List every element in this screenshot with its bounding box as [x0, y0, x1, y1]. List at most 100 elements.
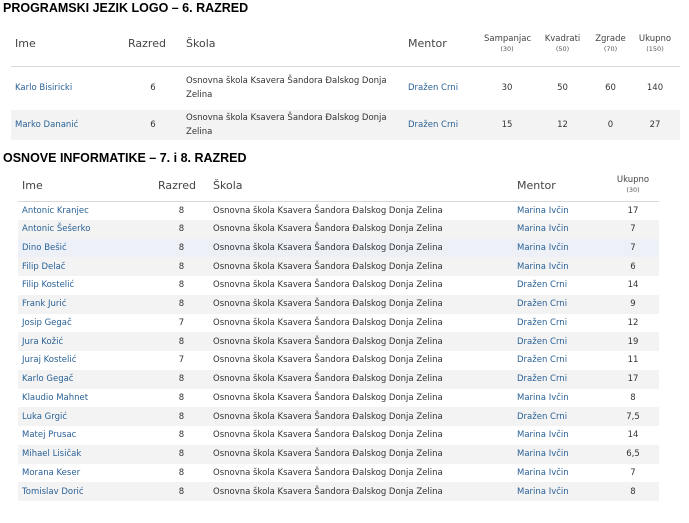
col-ukupno-max: (30)	[626, 186, 640, 195]
score-total: 7,5	[626, 411, 640, 422]
student-name-link[interactable]: Filip Kostelić	[18, 276, 154, 295]
mentor-link[interactable]: Marina Ivčin	[513, 239, 607, 258]
score-sampanjac: 30	[501, 83, 513, 94]
school-cell: Osnovna škola Ksavera Šandora Đalskog Do…	[213, 280, 443, 291]
grade-cell: 8	[178, 467, 185, 478]
mentor-link[interactable]: Dražen Crni	[404, 110, 480, 140]
score-total: 14	[627, 430, 639, 441]
mentor-link[interactable]: Dražen Crni	[404, 66, 480, 110]
table-row: Filip Kostelić 8 Osnovna škola Ksavera Šan…	[18, 276, 659, 295]
results-page: PROGRAMSKI JEZIK LOGO – 6. RAZRED Ime Ra…	[0, 0, 689, 523]
score-total: 27	[649, 120, 661, 130]
school-cell: Osnovna škola Ksavera Šandora Đalskog Do…	[186, 113, 387, 137]
col-sampanjac-max: (30)	[500, 44, 514, 53]
grade-cell: 8	[178, 336, 185, 347]
school-cell: Osnovna škola Ksavera Šandora Đalskog Do…	[213, 242, 443, 253]
mentor-link[interactable]: Marina Ivčin	[513, 464, 607, 483]
mentor-link[interactable]: Dražen Crni	[513, 407, 607, 426]
col-ime: Ime	[18, 170, 154, 202]
table-row: Filip Delač 8 Osnovna škola Ksavera Šandor…	[18, 257, 659, 276]
grade-cell: 7	[178, 355, 185, 366]
score-total: 8	[630, 392, 636, 403]
table-row: Frank Jurić 8 Osnovna škola Ksavera Šandor…	[18, 294, 659, 314]
grade-cell: 8	[178, 430, 185, 441]
score-kvadrati: 12	[557, 120, 568, 130]
student-name-link[interactable]: Filip Delač	[18, 257, 154, 276]
table-row: Luka Grgić 8 Osnovna škola Ksavera Šandora…	[18, 407, 659, 426]
mentor-link[interactable]: Marina Ivčin	[513, 389, 607, 408]
table-row: Josip Gegač 7 Osnovna škola Ksavera Šandor…	[18, 314, 659, 333]
grade-cell: 6	[150, 120, 156, 130]
section1-title: PROGRAMSKI JEZIK LOGO – 6. RAZRED	[3, 1, 249, 15]
score-zgrade: 60	[605, 83, 616, 94]
school-cell: Osnovna škola Ksavera Šandora Đalskog Do…	[213, 467, 443, 478]
grade-cell: 6	[150, 83, 156, 94]
mentor-link[interactable]: Marina Ivčin	[513, 257, 607, 276]
col-mentor: Mentor	[513, 170, 607, 202]
score-total: 17	[627, 205, 639, 216]
student-name-link[interactable]: Tomislav Dorić	[18, 482, 154, 501]
student-name-link[interactable]: Marko Dananić	[11, 110, 124, 140]
student-name-link[interactable]: Antonic Kranjec	[18, 201, 154, 220]
student-name-link[interactable]: Mihael Lisičak	[18, 445, 154, 464]
score-kvadrati: 50	[557, 83, 568, 94]
logo-results-table: Ime Razred Škola Mentor Sampanjac (30) Kv…	[11, 22, 680, 140]
student-name-link[interactable]: Luka Grgić	[18, 407, 154, 426]
col-mentor: Mentor	[404, 22, 480, 67]
col-skola: Škola	[182, 22, 404, 67]
school-cell: Osnovna škola Ksavera Šandora Đalskog Do…	[213, 224, 443, 235]
mentor-link[interactable]: Marina Ivčin	[513, 201, 607, 220]
school-cell: Osnovna škola Ksavera Šandora Đalskog Do…	[213, 374, 443, 385]
table-row: Morana Keser 8 Osnovna škola Ksavera Šando…	[18, 464, 659, 483]
table-row: Juraj Kostelić 7 Osnovna škola Ksavera Šan…	[18, 351, 659, 370]
student-name-link[interactable]: Klaudio Mahnet	[18, 389, 154, 408]
informatika-results-table: Ime Razred Škola Mentor Ukupno (30) Anton…	[18, 170, 659, 501]
col-sampanjac-label: Sampanjac	[484, 33, 532, 44]
col-zgrade-label: Zgrade	[595, 33, 626, 44]
mentor-link[interactable]: Dražen Crni	[513, 314, 607, 333]
mentor-link[interactable]: Dražen Crni	[513, 332, 607, 351]
grade-cell: 8	[178, 280, 185, 291]
grade-cell: 8	[178, 242, 185, 253]
mentor-link[interactable]: Marina Ivčin	[513, 426, 607, 445]
school-cell: Osnovna škola Ksavera Šandora Đalskog Do…	[213, 205, 443, 216]
col-ukupno-label: Ukupno	[616, 175, 650, 186]
score-total: 9	[630, 299, 636, 310]
student-name-link[interactable]: Morana Keser	[18, 464, 154, 483]
mentor-link[interactable]: Marina Ivčin	[513, 220, 607, 239]
score-total: 12	[627, 317, 639, 328]
score-total: 6,5	[626, 449, 640, 460]
student-name-link[interactable]: Jura Kožić	[18, 332, 154, 351]
table-row: Tomislav Dorić 8 Osnovna škola Ksavera Šan…	[18, 482, 659, 501]
col-kvadrati-max: (50)	[555, 44, 570, 53]
col-kvadrati-label: Kvadrati	[544, 33, 581, 44]
student-name-link[interactable]: Josip Gegač	[18, 314, 154, 333]
student-name-link[interactable]: Karlo Bisiricki	[11, 66, 124, 110]
student-name-link[interactable]: Matej Prusac	[18, 426, 154, 445]
school-cell: Osnovna škola Ksavera Šandora Đalskog Do…	[213, 392, 443, 403]
col-sampanjac: Sampanjac (30)	[480, 22, 534, 67]
table-row: Antonic Kranjec 8 Osnovna škola Ksavera Ša…	[18, 201, 659, 220]
student-name-link[interactable]: Juraj Kostelić	[18, 351, 154, 370]
student-name-link[interactable]: Frank Jurić	[18, 295, 154, 314]
col-ime: Ime	[11, 22, 124, 67]
table-row: Mihael Lisičak 8 Osnovna škola Ksavera Šan…	[18, 444, 659, 464]
mentor-link[interactable]: Dražen Crni	[513, 276, 607, 295]
grade-cell: 8	[178, 261, 185, 272]
table-row: Marko Dananić 6 Osnovna škola Ksavera Ša…	[11, 110, 680, 140]
mentor-link[interactable]: Dražen Crni	[513, 351, 607, 370]
student-name-link[interactable]: Karlo Gegač	[18, 370, 154, 389]
school-cell: Osnovna škola Ksavera Šandora Đalskog Do…	[213, 430, 443, 441]
mentor-link[interactable]: Dražen Crni	[513, 370, 607, 389]
score-total: 6	[630, 261, 636, 272]
mentor-link[interactable]: Marina Ivčin	[513, 482, 607, 501]
student-name-link[interactable]: Dino Bešić	[18, 239, 154, 258]
mentor-link[interactable]: Dražen Crni	[513, 295, 607, 314]
mentor-link[interactable]: Marina Ivčin	[513, 445, 607, 464]
table-row: Antonic Šešerko 8 Osnovna škola Ksavera Ša…	[18, 219, 659, 239]
grade-cell: 8	[178, 449, 185, 460]
student-name-link[interactable]: Antonic Šešerko	[18, 220, 154, 239]
col-ukupno: Ukupno (30)	[607, 170, 659, 202]
score-total: 8	[630, 486, 636, 497]
grade-cell: 7	[178, 317, 185, 328]
